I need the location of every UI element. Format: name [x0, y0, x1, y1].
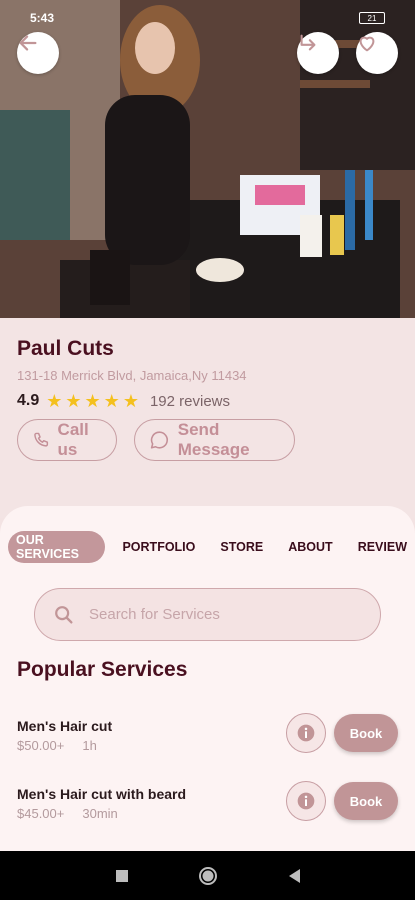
info-icon	[297, 724, 315, 742]
book-button[interactable]: Book	[334, 714, 398, 752]
service-item: Men's Hair cut $50.00+ 1h Book	[17, 713, 398, 758]
tab-portfolio[interactable]: PORTFOLIO	[114, 531, 203, 563]
heart-icon	[359, 36, 375, 52]
service-name: Men's Hair cut	[17, 718, 113, 734]
service-name: Men's Hair cut with beard	[17, 786, 187, 802]
chat-icon	[150, 431, 168, 449]
salon-photo	[0, 0, 415, 318]
tab-review[interactable]: REVIEW	[350, 531, 415, 563]
section-title: Popular Services	[17, 658, 188, 681]
shop-name: Paul Cuts	[17, 337, 114, 360]
back-button[interactable]	[17, 32, 59, 74]
service-item: Men's Hair cut with beard $45.00+ 30min …	[17, 781, 398, 826]
status-time: 5:43	[30, 11, 55, 25]
service-duration: 30min	[82, 806, 118, 821]
service-info-button[interactable]	[286, 781, 326, 821]
tab-bar: OUR SERVICES PORTFOLIO STORE ABOUT REVIE…	[8, 531, 415, 563]
send-message-label: Send Message	[177, 420, 250, 459]
service-meta: $45.00+ 30min	[17, 806, 118, 821]
service-info-button[interactable]	[286, 713, 326, 753]
star-icon: ★	[103, 391, 120, 411]
favorite-button[interactable]	[356, 32, 398, 74]
service-meta: $50.00+ 1h	[17, 738, 97, 753]
share-button[interactable]	[297, 32, 339, 74]
service-price: $45.00+	[17, 806, 65, 821]
star-icon: ★	[84, 391, 101, 411]
triangle-icon[interactable]	[287, 868, 301, 884]
star-icon: ★	[122, 391, 139, 411]
search-input[interactable]: Search for Services	[34, 588, 381, 641]
status-bar: 5:43 21	[30, 10, 385, 26]
tab-store[interactable]: STORE	[212, 531, 271, 563]
star-icon: ★	[46, 391, 63, 411]
star-icon: ★	[65, 391, 82, 411]
back-arrow-icon	[19, 35, 37, 51]
rating-row[interactable]: 4.9 ★ ★ ★ ★ ★ 192 reviews	[17, 392, 230, 410]
hero-image: 5:43 21	[0, 0, 415, 318]
search-icon	[55, 605, 73, 624]
circle-icon[interactable]	[198, 866, 218, 886]
service-duration: 1h	[82, 738, 97, 753]
tab-about[interactable]: ABOUT	[280, 531, 340, 563]
shop-info: Paul Cuts 131-18 Merrick Blvd, Jamaica,N…	[0, 318, 415, 518]
rating-value: 4.9	[17, 392, 40, 409]
phone-icon	[34, 432, 49, 447]
service-price: $50.00+	[17, 738, 65, 753]
services-card: OUR SERVICES PORTFOLIO STORE ABOUT REVIE…	[0, 506, 415, 851]
system-nav-bar	[0, 851, 415, 900]
reviews-count: 192 reviews	[149, 392, 230, 410]
share-icon	[300, 34, 316, 51]
shop-address[interactable]: 131-18 Merrick Blvd, Jamaica,Ny 11434	[17, 368, 247, 383]
call-us-label: Call us	[57, 420, 89, 459]
book-button[interactable]: Book	[334, 782, 398, 820]
info-icon	[297, 792, 315, 810]
square-icon[interactable]	[115, 869, 129, 883]
search-placeholder: Search for Services	[89, 606, 220, 623]
send-message-button[interactable]: Send Message	[134, 419, 295, 461]
tab-our-services[interactable]: OUR SERVICES	[8, 531, 106, 563]
call-us-button[interactable]: Call us	[17, 419, 117, 461]
battery-icon: 21	[359, 12, 385, 24]
